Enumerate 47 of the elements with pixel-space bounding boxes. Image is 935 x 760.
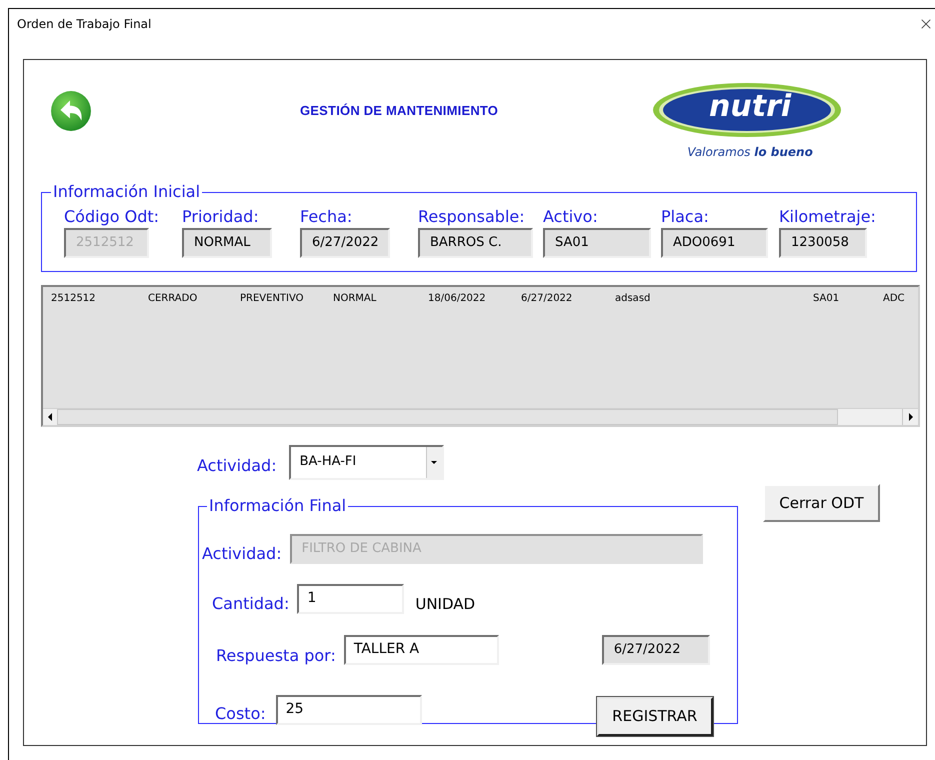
window-title: Orden de Trabajo Final	[17, 16, 152, 33]
list-cell-text: adsasd	[615, 292, 652, 306]
list-cell-text: ADC	[883, 292, 906, 306]
list-cell-text: CERRADO	[148, 292, 198, 306]
date-field[interactable]: 6/27/2022	[602, 635, 710, 665]
right-arrow-icon	[908, 413, 912, 421]
unit-label: UNIDAD	[415, 594, 476, 615]
scrollbar-thumb[interactable]	[57, 409, 838, 425]
field-label: Código Odt:	[64, 206, 160, 228]
text-field[interactable]: TALLER A	[344, 635, 499, 665]
field-label: Actividad:	[197, 454, 277, 476]
list-cell-text: 2512512	[51, 292, 97, 306]
field-label: Placa:	[661, 206, 710, 228]
field-label: Kilometraje:	[779, 206, 877, 228]
field-label: Responsable:	[418, 206, 526, 228]
list-cell-text: SA01	[813, 292, 840, 306]
text-field[interactable]: ADO0691	[661, 228, 768, 258]
logo-tagline: Valoramos lo bueno	[687, 144, 813, 161]
list-cell-text: PREVENTIVO	[240, 292, 305, 306]
text-field[interactable]: 25	[276, 694, 422, 724]
field-label: Activo:	[543, 206, 599, 228]
text-field[interactable]: 1	[297, 584, 404, 614]
text-field[interactable]: 1230058	[779, 228, 867, 258]
list-cell-text: NORMAL	[333, 292, 378, 306]
left-arrow-icon	[48, 413, 52, 421]
field-label: Prioridad:	[182, 206, 260, 228]
list-cell-text: 18/06/2022	[428, 292, 487, 306]
field-label: Actividad:	[202, 543, 282, 565]
close-order-button[interactable]: Cerrar ODT	[763, 484, 880, 522]
activity-dropdown[interactable]: BA-HA-FI	[288, 445, 444, 480]
logo-text: nutri	[709, 89, 792, 125]
text-field[interactable]: 6/27/2022	[300, 228, 390, 258]
dropdown-value: BA-HA-FI	[300, 453, 356, 471]
dropdown-arrow-icon	[431, 461, 438, 464]
text-field[interactable]: SA01	[543, 228, 651, 258]
field-label: Respuesta por:	[216, 645, 336, 667]
field-label: Cantidad:	[212, 593, 290, 615]
register-button[interactable]: REGISTRAR	[596, 697, 713, 736]
field-label: Fecha:	[300, 206, 354, 228]
field-label: Costo:	[215, 702, 266, 724]
list-cell-text: 6/27/2022	[521, 292, 574, 306]
group-title: Información Final	[208, 495, 348, 517]
text-field[interactable]: NORMAL	[182, 228, 272, 258]
form-title: GESTIÓN DE MANTENIMIENTO	[300, 102, 498, 120]
group-title: Información Inicial	[52, 181, 202, 203]
orders-list[interactable]: 2512512 CERRADO PREVENTIVO NORMAL 18/06/2022 6/27/2022 adsasd SA01 ADC	[41, 285, 920, 427]
text-field[interactable]: BARROS C.	[418, 228, 533, 258]
